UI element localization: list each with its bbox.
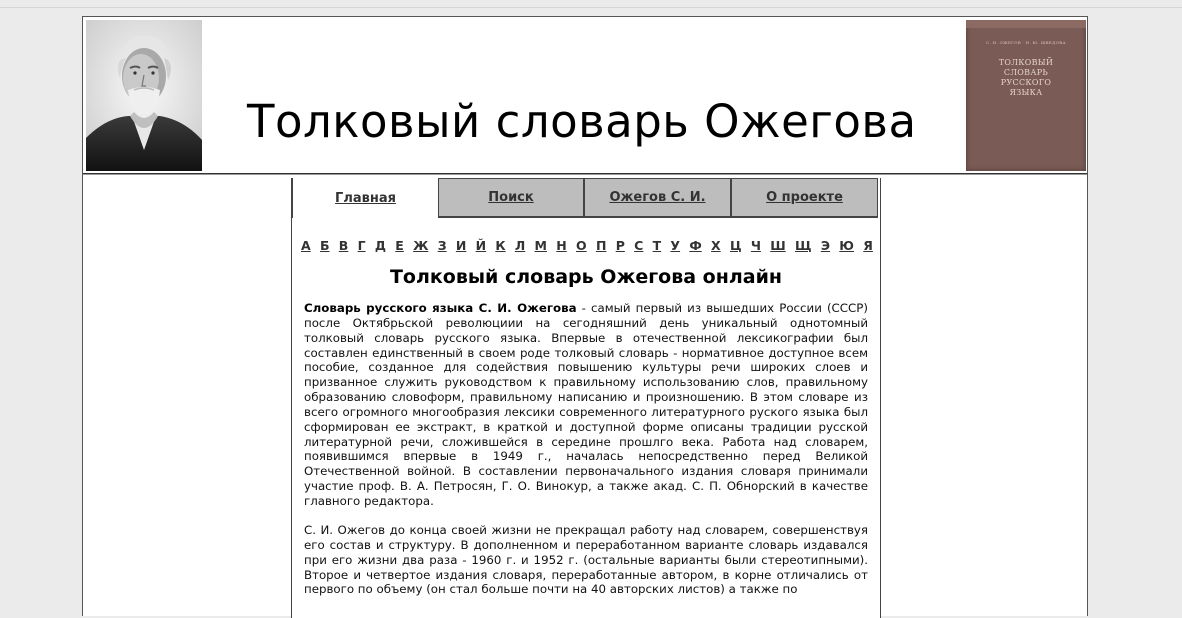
ozhegov-portrait-image <box>86 20 202 171</box>
tab-about-project[interactable]: О проекте <box>731 178 878 218</box>
intro-text: - самый первый из вышедших России (СССР)… <box>304 301 868 508</box>
history-paragraph: С. И. Ожегов до конца своей жизни не пре… <box>304 523 868 597</box>
dictionary-book-cover-image: С. И. ОЖЕГОВ · Н. Ю. ШВЕДОВА ТОЛКОВЫЙ СЛ… <box>966 20 1086 171</box>
nav-tabs: Главная Поиск Ожегов С. И. О проекте <box>292 178 880 218</box>
alphabet-letter-link[interactable]: Г <box>358 238 366 254</box>
alphabet-letter-link[interactable]: М <box>535 238 547 254</box>
alphabet-letter-link[interactable]: А <box>301 238 311 254</box>
alphabet-letter-link[interactable]: С <box>634 238 643 254</box>
alphabet-letter-link[interactable]: Ж <box>413 238 428 254</box>
alphabet-index: АБВГДЕЖЗИЙКЛМНОПРСТУФХЦЧШЩЭЮЯ <box>301 238 873 254</box>
alphabet-letter-link[interactable]: Т <box>653 238 662 254</box>
alphabet-letter-link[interactable]: Ф <box>689 238 701 254</box>
book-authors: С. И. ОЖЕГОВ · Н. Ю. ШВЕДОВА <box>986 40 1066 45</box>
alphabet-letter-link[interactable]: У <box>670 238 680 254</box>
book-title-line: ЯЗЫКА <box>1009 88 1043 97</box>
intro-paragraph: Словарь русского языка С. И. Ожегова - с… <box>304 301 868 509</box>
site-header: Толковый словарь Ожегова С. И. ОЖЕГОВ · … <box>83 17 1087 174</box>
alphabet-letter-link[interactable]: Д <box>375 238 386 254</box>
alphabet-letter-link[interactable]: О <box>576 238 587 254</box>
book-title: ТОЛКОВЫЙ СЛОВАРЬ РУССКОГО ЯЗЫКА <box>974 58 1078 98</box>
alphabet-letter-link[interactable]: Л <box>515 238 525 254</box>
alphabet-letter-link[interactable]: Р <box>616 238 625 254</box>
alphabet-letter-link[interactable]: Б <box>320 238 330 254</box>
alphabet-letter-link[interactable]: В <box>339 238 349 254</box>
alphabet-letter-link[interactable]: Н <box>556 238 566 254</box>
header-divider <box>83 174 1087 175</box>
alphabet-letter-link[interactable]: Ч <box>751 238 761 254</box>
tab-about-ozhegov[interactable]: Ожегов С. И. <box>584 178 731 218</box>
main-content: Главная Поиск Ожегов С. И. О проекте АБВ… <box>291 178 881 618</box>
page-title: Толковый словарь Ожегова онлайн <box>389 266 783 288</box>
book-title-line: ТОЛКОВЫЙ <box>998 58 1054 67</box>
alphabet-letter-link[interactable]: Е <box>395 238 404 254</box>
alphabet-letter-link[interactable]: Ш <box>770 238 785 254</box>
tab-home[interactable]: Главная <box>292 178 438 218</box>
alphabet-letter-link[interactable]: К <box>495 238 505 254</box>
tab-search[interactable]: Поиск <box>438 178 584 218</box>
site-title: Толковый словарь Ожегова <box>247 95 917 149</box>
alphabet-letter-link[interactable]: Х <box>711 238 721 254</box>
alphabet-letter-link[interactable]: Ц <box>730 238 742 254</box>
alphabet-letter-link[interactable]: Я <box>863 238 873 254</box>
page-container: Толковый словарь Ожегова С. И. ОЖЕГОВ · … <box>82 16 1088 618</box>
alphabet-letter-link[interactable]: Э <box>821 238 830 254</box>
book-cover-edge <box>966 20 1086 28</box>
alphabet-letter-link[interactable]: П <box>596 238 606 254</box>
book-title-line: СЛОВАРЬ <box>1003 68 1049 77</box>
alphabet-letter-link[interactable]: Щ <box>795 238 812 254</box>
alphabet-letter-link[interactable]: Й <box>476 238 486 254</box>
portrait-icon <box>86 20 202 171</box>
alphabet-letter-link[interactable]: И <box>456 238 466 254</box>
intro-bold-lead: Словарь русского языка С. И. Ожегова <box>304 301 577 315</box>
top-divider <box>0 7 1182 8</box>
alphabet-letter-link[interactable]: З <box>438 238 447 254</box>
book-title-line: РУССКОГО <box>1000 78 1052 87</box>
alphabet-letter-link[interactable]: Ю <box>839 238 854 254</box>
